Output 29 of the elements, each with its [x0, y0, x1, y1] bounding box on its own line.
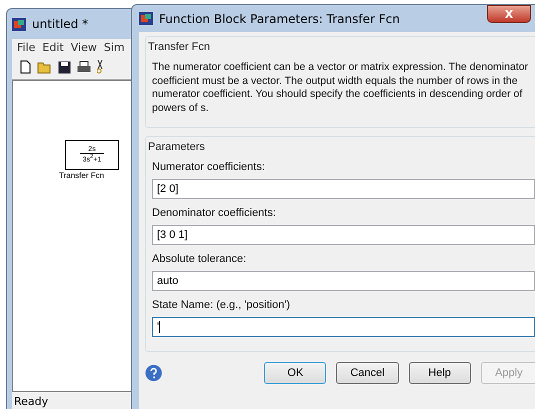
dialog-button[interactable]: Help — [408, 362, 471, 384]
group-title: Transfer Fcn — [148, 41, 211, 53]
dialog-title: Function Block Parameters: Transfer Fcn — [159, 12, 400, 26]
description-text: The numerator coefficient can be a vector or matrix expression. The denominator coefficient must be a vector. The output width equals the number of rows in the numerator coefficient. You should specify the coefficients in descending order of powers of s. — [152, 61, 530, 116]
menu-item[interactable]: Sim — [104, 40, 125, 54]
field-label: Denominator coefficients: — [152, 207, 277, 220]
field-label: Absolute tolerance: — [152, 253, 248, 266]
field-label: Numerator coefficients: — [152, 161, 266, 174]
menu-item[interactable]: View — [70, 40, 97, 54]
dialog-button[interactable]: OK — [264, 362, 326, 384]
app-icon — [139, 12, 153, 25]
help-icon[interactable] — [145, 364, 162, 382]
input-field[interactable]: [2 0] — [152, 179, 535, 200]
input-field[interactable]: ' — [152, 317, 535, 338]
menu-item[interactable]: File — [17, 40, 36, 54]
menu-item[interactable]: Edit — [42, 40, 64, 54]
print-icon[interactable] — [77, 60, 91, 74]
input-field[interactable]: [3 0 1] — [152, 225, 535, 246]
open-folder-icon[interactable] — [37, 60, 52, 74]
window-title: untitled * — [32, 17, 88, 31]
group-title: Parameters — [148, 141, 206, 154]
new-file-icon[interactable] — [20, 60, 31, 74]
save-icon[interactable] — [58, 60, 71, 74]
app-icon — [12, 18, 26, 30]
input-field[interactable]: auto — [152, 271, 535, 292]
block-label: Transfer Fcn — [59, 171, 104, 180]
cut-icon[interactable] — [97, 60, 103, 74]
field-label: State Name: (e.g., 'position') — [152, 299, 292, 312]
dialog-button[interactable]: Cancel — [336, 362, 399, 384]
